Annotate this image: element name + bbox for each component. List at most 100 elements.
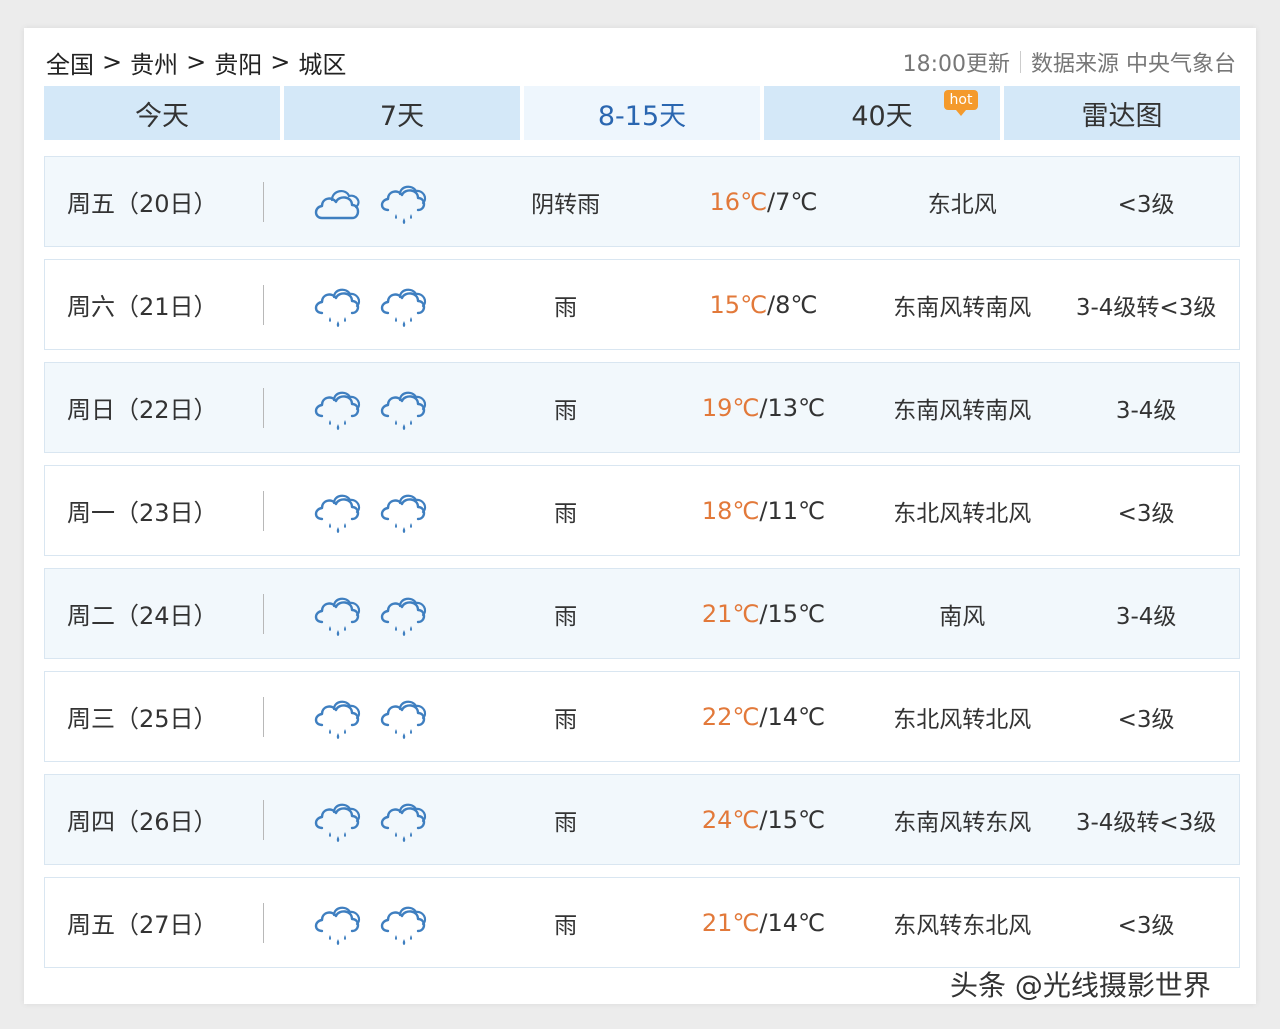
- weather-description: 雨: [554, 500, 578, 527]
- wind-level: 3-4级: [1115, 603, 1177, 630]
- low-temperature: /14℃: [759, 908, 825, 937]
- forecast-row: 周四（26日） 雨 24℃/15℃ 东南风转东风 3-4级转<3级: [44, 774, 1240, 865]
- day-label: 周六（21日）: [67, 293, 218, 321]
- weather-description: 雨: [554, 294, 578, 321]
- weather-description: 雨: [554, 912, 578, 939]
- rain-icon: [314, 597, 360, 636]
- rain-icon: [314, 700, 360, 739]
- breadcrumb: 全国 > 贵州 > 贵阳 > 城区: [46, 45, 346, 80]
- tab-label: 7天: [379, 100, 425, 132]
- low-temperature: /13℃: [759, 393, 825, 422]
- temperature: 21℃/15℃: [656, 600, 872, 628]
- data-source-label: 数据来源 中央气象台: [1031, 52, 1236, 77]
- forecast-row: 周五（27日） 雨 21℃/14℃ 东风转东北风 <3级: [44, 877, 1240, 968]
- wind-direction: 东北风转北风: [893, 500, 1032, 527]
- weather-icons: [264, 796, 476, 844]
- weather-description: 雨: [554, 603, 578, 630]
- tab-radar[interactable]: 雷达图: [1004, 86, 1240, 140]
- low-temperature: /11℃: [759, 496, 825, 525]
- rain-icon: [314, 288, 360, 327]
- breadcrumb-item-city[interactable]: 贵阳: [214, 45, 262, 80]
- tab-40-days[interactable]: 40天 hot: [764, 86, 1000, 140]
- wind-direction: 东北风: [927, 191, 997, 218]
- wind-direction: 东南风转南风: [893, 294, 1032, 321]
- rain-icon: [380, 185, 426, 224]
- rain-icon: [380, 700, 426, 739]
- temperature: 21℃/14℃: [656, 909, 872, 937]
- day-label: 周五（27日）: [67, 911, 218, 939]
- temperature: 22℃/14℃: [656, 703, 872, 731]
- data-source-info: 18:00更新 数据来源 中央气象台: [903, 46, 1236, 78]
- hot-badge: hot: [944, 90, 978, 116]
- high-temperature: 21℃: [701, 599, 760, 628]
- breadcrumb-item-province[interactable]: 贵州: [130, 45, 178, 80]
- weather-icons: [264, 693, 476, 741]
- forecast-list: 周五（20日） 阴转雨 16℃/7℃ 东北风 <3级 周六（21日）雨 15℃/8℃ 东南风转…: [44, 156, 1240, 980]
- weather-icons: [264, 281, 476, 329]
- rain-icon: [380, 803, 426, 842]
- temperature: 16℃/7℃: [656, 188, 872, 216]
- update-time: 18:00更新: [902, 52, 1010, 77]
- breadcrumb-separator: >: [102, 48, 123, 76]
- forecast-row: 周五（20日） 阴转雨 16℃/7℃ 东北风 <3级: [44, 156, 1240, 247]
- wind-level: <3级: [1117, 500, 1175, 527]
- forecast-row: 周二（24日） 雨 21℃/15℃ 南风 3-4级: [44, 568, 1240, 659]
- temperature: 19℃/13℃: [656, 394, 872, 422]
- high-temperature: 18℃: [701, 496, 760, 525]
- forecast-panel: 全国 > 贵州 > 贵阳 > 城区 18:00更新 数据来源 中央气象台 今天 …: [24, 28, 1256, 1004]
- rain-icon: [314, 494, 360, 533]
- high-temperature: 19℃: [701, 393, 760, 422]
- source-divider: [1020, 51, 1021, 73]
- day-label: 周一（23日）: [67, 499, 218, 527]
- low-temperature: /15℃: [759, 599, 825, 628]
- header-bar: 全国 > 贵州 > 贵阳 > 城区 18:00更新 数据来源 中央气象台: [46, 44, 1236, 80]
- high-temperature: 24℃: [701, 805, 760, 834]
- tab-label: 今天: [135, 100, 189, 132]
- wind-level: 3-4级转<3级: [1075, 809, 1217, 836]
- rain-icon: [380, 494, 426, 533]
- wind-direction: 东南风转南风: [893, 397, 1032, 424]
- temperature: 18℃/11℃: [656, 497, 872, 525]
- watermark: 头条 @光线摄影世界: [950, 969, 1211, 1002]
- high-temperature: 16℃: [709, 187, 768, 216]
- low-temperature: /8℃: [767, 290, 818, 319]
- cloudy-icon: [314, 189, 360, 219]
- day-label: 周四（26日）: [67, 808, 218, 836]
- high-temperature: 15℃: [709, 290, 768, 319]
- wind-direction: 东北风转北风: [893, 706, 1032, 733]
- low-temperature: /7℃: [767, 187, 818, 216]
- breadcrumb-item-district: 城区: [298, 50, 347, 79]
- day-label: 周三（25日）: [67, 705, 218, 733]
- weather-description: 阴转雨: [531, 191, 601, 218]
- forecast-row: 周三（25日） 雨 22℃/14℃ 东北风转北风 <3级: [44, 671, 1240, 762]
- rain-icon: [314, 906, 360, 945]
- rain-icon: [380, 391, 426, 430]
- rain-icon: [314, 391, 360, 430]
- wind-direction: 南风: [939, 603, 986, 630]
- tab-7-days[interactable]: 7天: [284, 86, 520, 140]
- wind-level: <3级: [1117, 191, 1175, 218]
- day-label: 周五（20日）: [67, 190, 218, 218]
- tab-8-15-days[interactable]: 8-15天: [524, 86, 760, 140]
- temperature: 15℃/8℃: [656, 291, 872, 319]
- weather-description: 雨: [554, 397, 578, 424]
- forecast-row: 周一（23日） 雨 18℃/11℃ 东北风转北风 <3级: [44, 465, 1240, 556]
- forecast-row: 周日（22日） 雨 19℃/13℃ 东南风转南风 3-4级: [44, 362, 1240, 453]
- tab-today[interactable]: 今天: [44, 86, 280, 140]
- rain-icon: [380, 597, 426, 636]
- weather-icons: [264, 178, 476, 226]
- weather-icons: [264, 590, 476, 638]
- wind-direction: 东风转东北风: [893, 912, 1032, 939]
- weather-icons: [264, 899, 476, 947]
- rain-icon: [314, 803, 360, 842]
- tab-label: 40天: [851, 100, 913, 132]
- breadcrumb-separator: >: [270, 48, 291, 76]
- rain-icon: [380, 906, 426, 945]
- tab-label: 8-15天: [597, 100, 687, 132]
- wind-level: 3-4级: [1115, 397, 1177, 424]
- breadcrumb-item-country[interactable]: 全国: [46, 45, 94, 80]
- tab-label: 雷达图: [1081, 100, 1163, 132]
- wind-direction: 东南风转东风: [893, 809, 1032, 836]
- wind-level: <3级: [1117, 912, 1175, 939]
- high-temperature: 22℃: [701, 702, 760, 731]
